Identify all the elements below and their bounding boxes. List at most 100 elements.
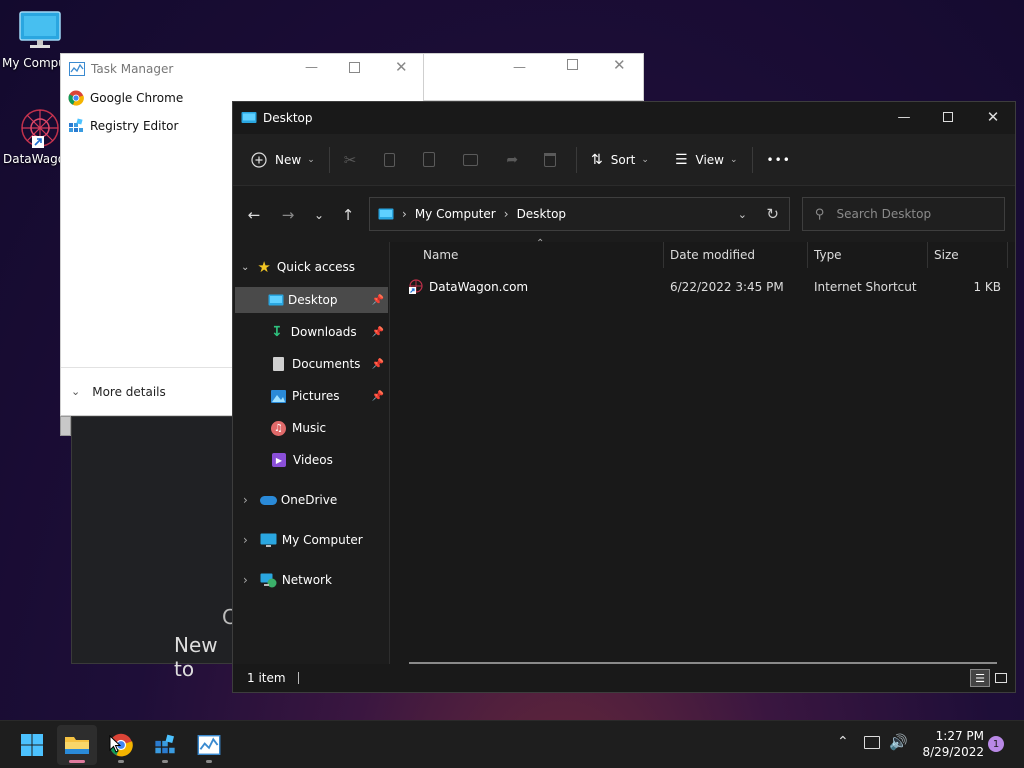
refresh-icon[interactable]: ↻: [766, 205, 779, 223]
task-manager-icon: [69, 62, 85, 76]
column-header-size[interactable]: Size: [934, 242, 1004, 268]
sidebar-item-label: Network: [281, 573, 332, 587]
running-indicator: [162, 760, 168, 763]
document-icon: [273, 357, 284, 371]
notification-badge[interactable]: 1: [988, 736, 1004, 752]
registry-editor-icon: [69, 118, 83, 132]
separator: [751, 146, 753, 173]
search-icon: ⚲: [815, 206, 825, 222]
secondary-window: — ✕: [423, 53, 644, 101]
taskbar-chrome[interactable]: [101, 725, 141, 765]
column-header-name[interactable]: Name: [423, 242, 663, 268]
file-name: DataWagon.com: [429, 280, 529, 294]
delete-button[interactable]: [536, 143, 564, 177]
forward-button[interactable]: →: [276, 203, 300, 227]
desktop-folder-icon: [241, 112, 257, 123]
address-dropdown-icon[interactable]: ⌄: [738, 208, 747, 221]
scissors-icon: ✂: [343, 150, 357, 169]
maximize-icon[interactable]: [349, 62, 360, 73]
new-button[interactable]: New ⌄: [243, 143, 323, 177]
sidebar-item-videos[interactable]: ▶ Videos: [235, 447, 388, 473]
minimize-icon[interactable]: —: [305, 60, 318, 75]
recent-locations-button[interactable]: ⌄: [307, 203, 331, 227]
details-view-button[interactable]: ☰: [970, 669, 990, 687]
task-manager-icon: [197, 735, 221, 755]
desktop-folder-icon: [378, 208, 394, 219]
share-button[interactable]: ➦: [498, 143, 526, 177]
maximize-icon[interactable]: [567, 59, 578, 70]
network-status-icon[interactable]: [864, 736, 880, 749]
scroll-thumb[interactable]: [60, 416, 71, 436]
sidebar-item-desktop[interactable]: Desktop 📌: [235, 287, 388, 313]
close-button[interactable]: ✕: [970, 102, 1016, 132]
more-options-button[interactable]: •••: [759, 143, 799, 177]
maximize-button[interactable]: [925, 102, 971, 132]
search-box[interactable]: ⚲ Search Desktop: [802, 197, 1005, 231]
sidebar-item-label: Pictures: [292, 389, 340, 403]
column-separator[interactable]: [663, 242, 664, 268]
pin-icon: 📌: [371, 390, 384, 402]
copy-button[interactable]: [376, 143, 403, 177]
cloud-icon: [259, 495, 277, 505]
address-bar[interactable]: › My Computer › Desktop ⌄ ↻: [369, 197, 790, 231]
column-header-date[interactable]: Date modified: [670, 242, 805, 268]
sidebar-item-music[interactable]: ♫ Music: [235, 415, 388, 441]
task-app-label: Google Chrome: [90, 91, 184, 105]
chevron-down-icon: ⌄: [313, 208, 325, 222]
minimize-button[interactable]: —: [881, 102, 927, 132]
search-placeholder: Search Desktop: [836, 207, 932, 221]
taskbar-task-manager[interactable]: [189, 725, 229, 765]
column-header-type[interactable]: Type: [814, 242, 924, 268]
running-indicator: [118, 760, 124, 763]
sidebar-item-my-computer[interactable]: › My Computer: [235, 527, 388, 553]
internet-shortcut-icon: [409, 279, 423, 294]
navigation-pane: ⌄ ★ Quick access Desktop 📌 ↧ Downloads 📌…: [233, 242, 390, 666]
trash-icon: [544, 152, 557, 167]
sidebar-item-label: OneDrive: [280, 493, 338, 507]
view-label: View: [695, 152, 724, 167]
rename-button[interactable]: [455, 143, 486, 177]
sidebar-item-pictures[interactable]: Pictures 📌: [235, 383, 388, 409]
close-icon[interactable]: ✕: [613, 56, 626, 74]
clipboard-icon: [423, 152, 436, 167]
volume-icon[interactable]: 🔊: [889, 733, 908, 751]
column-separator[interactable]: [1007, 242, 1008, 268]
back-button[interactable]: ←: [242, 203, 266, 227]
breadcrumb-item[interactable]: My Computer: [415, 207, 496, 221]
paste-button[interactable]: [415, 143, 443, 177]
folder-icon: [65, 737, 89, 754]
sidebar-item-quick-access[interactable]: ⌄ ★ Quick access: [235, 254, 388, 280]
sort-button[interactable]: ⇅ Sort ⌄: [583, 143, 657, 177]
cut-button[interactable]: ✂: [336, 143, 365, 177]
sidebar-item-onedrive[interactable]: › OneDrive: [235, 487, 388, 513]
clock[interactable]: 1:27 PM 8/29/2022: [912, 728, 984, 760]
chevron-right-icon: ›: [243, 573, 248, 587]
view-button[interactable]: ☰ View ⌄: [667, 143, 746, 177]
sidebar-item-network[interactable]: › Network: [235, 567, 388, 593]
minimize-icon[interactable]: —: [513, 60, 526, 75]
show-hidden-icons-button[interactable]: ⌃: [837, 734, 849, 750]
sidebar-item-downloads[interactable]: ↧ Downloads 📌: [235, 319, 388, 345]
up-button[interactable]: ↑: [336, 203, 360, 227]
tiles-view-button[interactable]: [992, 669, 1010, 687]
download-icon: ↧: [271, 324, 283, 340]
more-details-label: More details: [92, 384, 166, 399]
column-separator[interactable]: [927, 242, 928, 268]
task-manager-title: Task Manager: [91, 62, 174, 76]
desktop-folder-icon: [268, 294, 284, 305]
breadcrumb-item[interactable]: Desktop: [517, 207, 567, 221]
chevron-right-icon: ›: [243, 493, 248, 507]
file-list: ⌃ Name Date modified Type Size DataWagon…: [391, 238, 1015, 666]
sidebar-item-documents[interactable]: Documents 📌: [235, 351, 388, 377]
start-button[interactable]: [12, 725, 52, 765]
windows-logo-icon: [21, 734, 43, 756]
taskbar-file-explorer[interactable]: [57, 725, 97, 765]
arrow-right-icon: →: [281, 206, 295, 224]
tiles-view-icon: [995, 673, 1007, 683]
sidebar-item-label: Documents: [292, 357, 361, 371]
separator: [328, 146, 330, 173]
column-header-label: Size: [934, 248, 959, 262]
taskbar-registry-editor[interactable]: [145, 725, 185, 765]
column-separator[interactable]: [807, 242, 808, 268]
close-icon[interactable]: ✕: [395, 58, 408, 76]
